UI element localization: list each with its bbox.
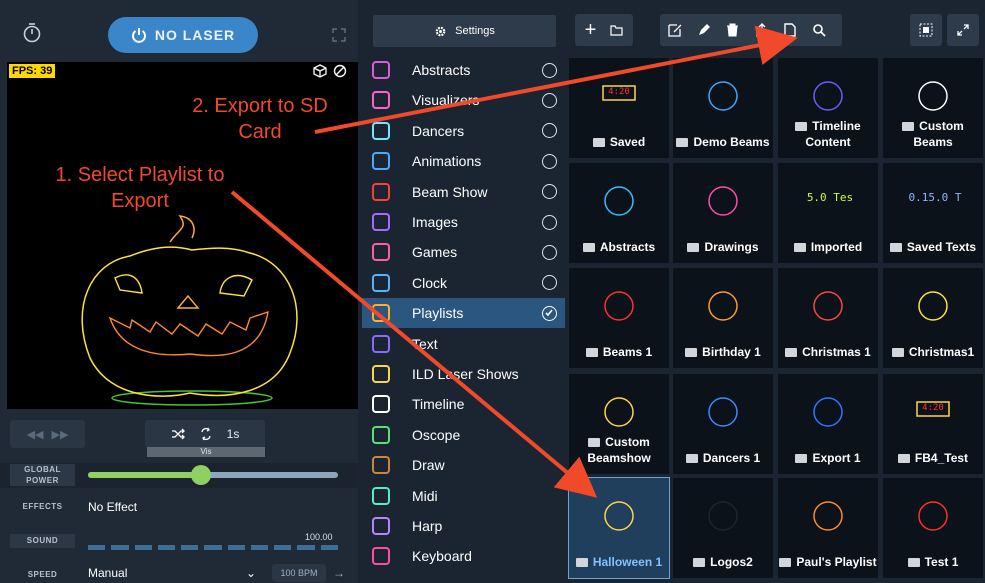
annotation-arrows bbox=[230, 25, 798, 498]
arrow-to-playlist bbox=[230, 190, 598, 498]
arrow-to-export bbox=[314, 25, 798, 134]
